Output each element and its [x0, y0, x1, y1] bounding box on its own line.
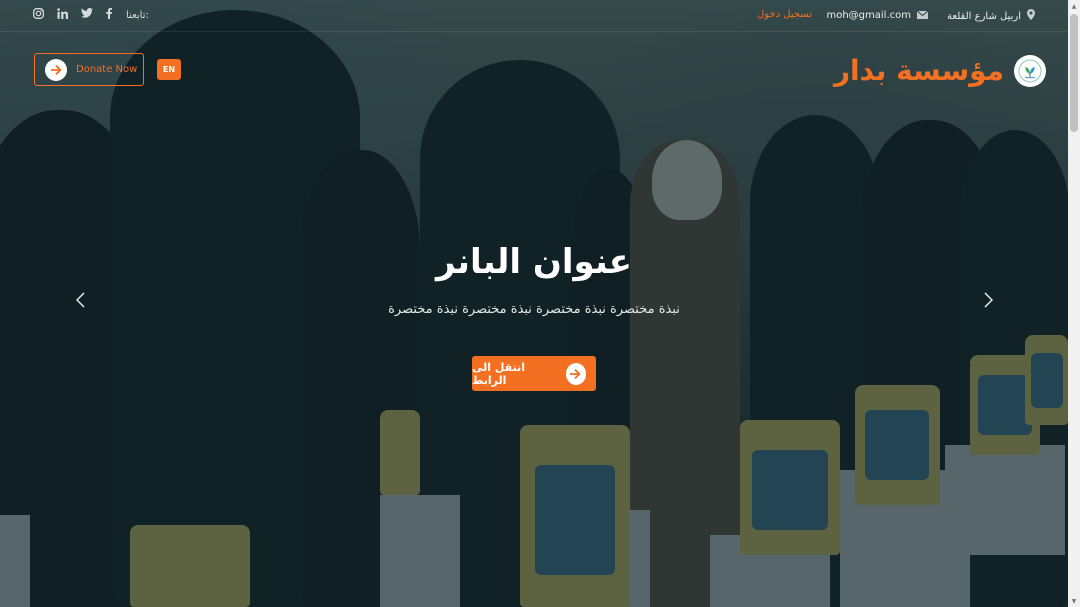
donate-now-label: Donate Now	[76, 64, 138, 75]
chevron-right-icon	[983, 292, 993, 308]
arrow-right-icon	[45, 58, 67, 81]
instagram-icon[interactable]	[33, 8, 45, 20]
linkedin-icon[interactable]	[57, 8, 69, 20]
logo[interactable]: مؤسسة بدار	[834, 54, 1046, 87]
email-item[interactable]: moh@gmail.com	[826, 9, 929, 22]
scroll-down-icon[interactable]: ▼	[1068, 595, 1080, 607]
hero-cta-label: انتقل الى الرابط	[472, 360, 525, 387]
scroll-thumb[interactable]	[1070, 14, 1078, 132]
hero-subtitle: نبذة مختصرة نبذة مختصرة نبذة مختصرة نبذة…	[388, 302, 680, 317]
page-scrollbar[interactable]: ▲ ▼	[1068, 0, 1080, 607]
language-switch-button[interactable]: EN	[157, 59, 181, 80]
facebook-icon[interactable]	[106, 8, 114, 20]
address-item: اربيل شارع القلعة	[947, 9, 1035, 23]
hero-cta-button[interactable]: انتقل الى الرابط	[472, 356, 596, 391]
login-link[interactable]: تسجيل دخول	[757, 9, 812, 20]
logo-badge-icon[interactable]	[1014, 54, 1046, 87]
follow-label: تابعنا:	[126, 10, 149, 21]
address-text: اربيل شارع القلعة	[947, 10, 1021, 22]
map-marker-icon	[1027, 9, 1035, 23]
carousel-next-button[interactable]	[979, 290, 997, 310]
email-text[interactable]: moh@gmail.com	[826, 10, 911, 21]
carousel-prev-button[interactable]	[71, 290, 89, 310]
top-bar: اربيل شارع القلعة moh@gmail.com تسجيل دخ…	[0, 0, 1068, 32]
logo-text[interactable]: مؤسسة بدار	[834, 54, 1004, 87]
donate-now-button[interactable]: Donate Now	[34, 53, 144, 86]
chevron-left-icon	[75, 292, 85, 308]
login-item[interactable]: تسجيل دخول	[757, 9, 812, 20]
twitter-icon[interactable]	[81, 8, 94, 20]
social-links	[33, 8, 114, 20]
hero-title: عنوان البانر	[436, 242, 632, 282]
scroll-up-icon[interactable]: ▲	[1068, 0, 1080, 12]
envelope-icon	[916, 9, 929, 22]
arrow-right-icon	[565, 362, 586, 385]
